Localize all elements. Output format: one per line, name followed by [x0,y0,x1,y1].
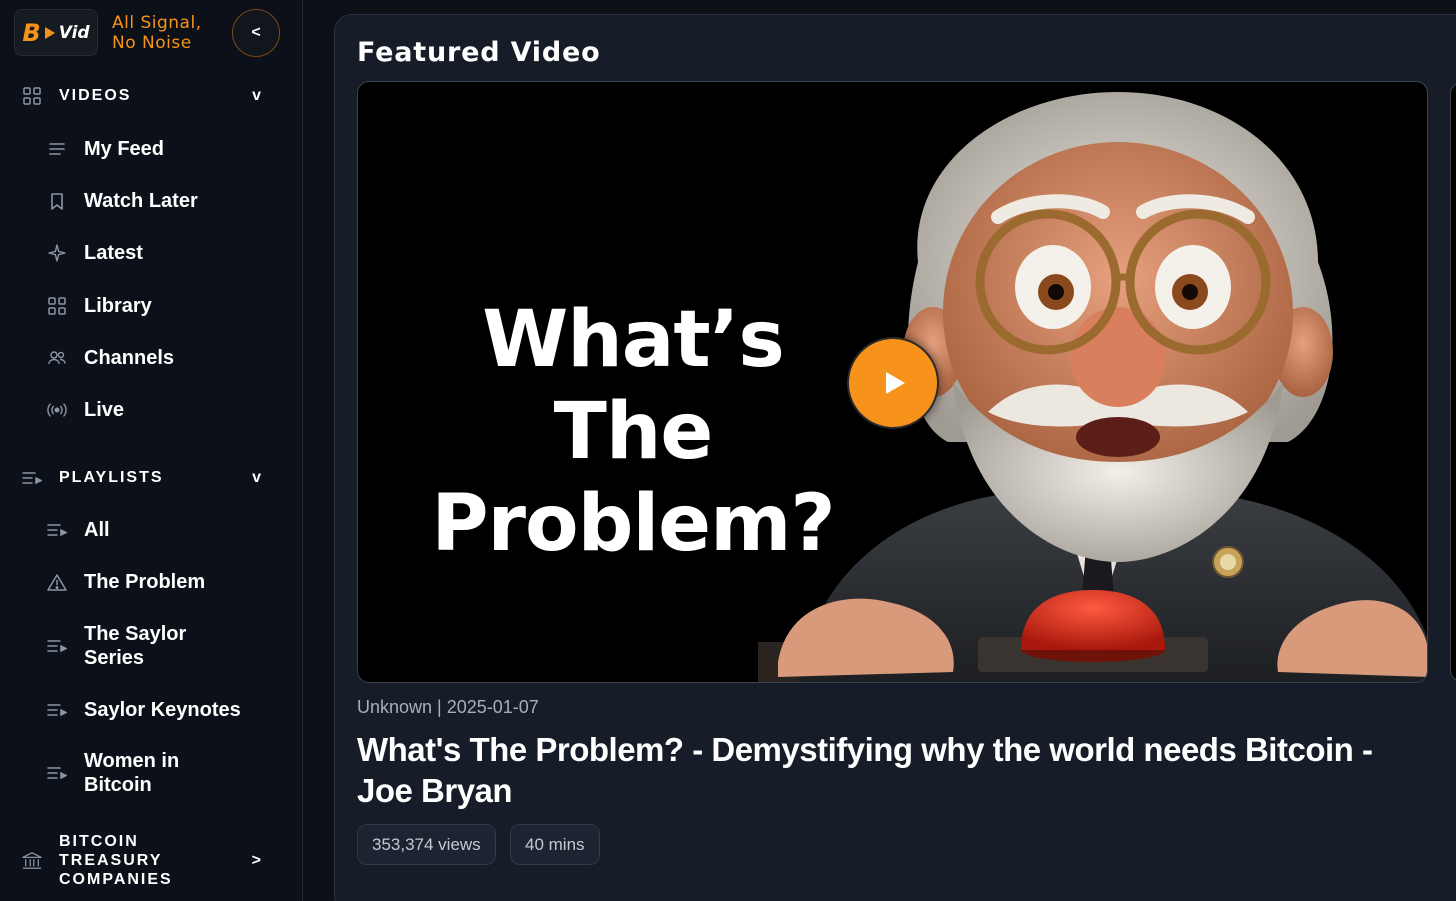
sidebar-item-label: Saylor Keynotes [84,699,241,721]
sidebar-item-label: Women in Bitcoin [84,749,179,797]
logo-wordmark: Vid [58,22,90,43]
tagline: All Signal, No Noise [112,13,222,53]
play-icon [886,372,905,394]
bookmark-icon [46,190,68,212]
brand: B Vid All Signal, No Noise [14,9,222,56]
page-title: Featured Video [357,37,601,68]
sparkle-icon [46,242,68,264]
grid-icon [22,86,42,106]
warning-icon [46,571,68,593]
sidebar-item-label: Latest [84,242,143,264]
playlist-icon [46,519,68,541]
sidebar-item-women-in-bitcoin[interactable]: Women in Bitcoin [46,749,276,797]
section-playlists-header[interactable]: PLAYLISTS v [22,468,267,488]
chevron-right-icon: > [251,851,261,869]
section-treasury-line-1: BITCOIN [59,833,139,850]
sidebar-item-label: Live [84,399,125,421]
sidebar-item-label: Channels [84,347,175,369]
chevron-down-icon: v [252,469,261,486]
chevron-down-icon: v [252,87,261,104]
section-videos-title: VIDEOS [59,87,132,104]
playlist-icon [46,762,68,784]
next-video-card-edge[interactable] [1450,82,1456,682]
sidebar-item-label-line-1: Women in [84,750,180,772]
sidebar-item-label: The Problem [84,571,206,593]
sidebar-item-the-saylor-series[interactable]: The Saylor Series [46,622,276,670]
video-meta: Unknown | 2025-01-07 [357,697,539,717]
users-icon [46,347,68,369]
playlist-icon [46,699,68,721]
sidebar-item-label-line-2: Series [84,647,145,669]
collapse-sidebar-button[interactable]: < [232,9,280,57]
sidebar-item-watch-later[interactable]: Watch Later [46,189,276,213]
sidebar-item-live[interactable]: Live [46,398,276,422]
sidebar-item-label: Library [84,295,152,317]
sidebar-item-latest[interactable]: Latest [46,241,276,265]
sidebar-item-label-line-2: Bitcoin [84,774,152,796]
app-root: B Vid All Signal, No Noise < VIDEOS v My… [0,0,1456,901]
section-treasury-line-3: COMPANIES [59,871,173,888]
tagline-line-2: No Noise [112,32,192,53]
section-playlists-title: PLAYLISTS [59,469,164,486]
sidebar-item-label: All [84,519,110,541]
sidebar-item-label: My Feed [84,138,165,160]
thumbnail-headline-line-2: Problem? [431,479,835,569]
sidebar-item-my-feed[interactable]: My Feed [46,137,276,161]
sidebar-item-label-line-1: The Saylor [84,623,187,645]
play-button[interactable] [847,337,939,429]
playlist-icon [46,635,68,657]
section-treasury-header[interactable]: BITCOIN TREASURY COMPANIES > [22,832,267,889]
feed-icon [46,138,68,160]
views-badge: 353,374 views [357,824,496,865]
video-thumbnail[interactable]: What’s The Problem? [357,81,1428,683]
broadcast-icon [46,399,68,421]
tagline-line-1: All Signal, [112,12,202,33]
sidebar-item-channels[interactable]: Channels [46,346,276,370]
section-videos-header[interactable]: VIDEOS v [22,86,267,106]
thumbnail-headline-line-1: What’s The [482,295,785,477]
featured-video-card: Featured Video What’s The Problem? Unkno… [334,14,1456,901]
sidebar-item-label: The Saylor Series [84,622,186,670]
sidebar: B Vid All Signal, No Noise < VIDEOS v My… [0,0,303,901]
chevron-left-icon: < [251,24,261,41]
thumbnail-headline: What’s The Problem? [398,294,868,570]
section-treasury-title: BITCOIN TREASURY COMPANIES [59,832,173,889]
grid-icon [46,295,68,317]
sidebar-item-the-problem[interactable]: The Problem [46,570,276,594]
bank-icon [22,851,42,871]
playlist-icon [22,468,42,488]
sidebar-item-all[interactable]: All [46,518,276,542]
logo-bitcoin-mark: B [22,18,41,47]
play-triangle-icon [44,26,55,39]
sidebar-item-saylor-keynotes[interactable]: Saylor Keynotes [46,698,276,722]
duration-badge: 40 mins [510,824,600,865]
video-title[interactable]: What's The Problem? - Demystifying why t… [357,729,1417,811]
sidebar-item-library[interactable]: Library [46,294,276,318]
logo[interactable]: B Vid [14,9,98,56]
section-treasury-line-2: TREASURY [59,852,163,869]
sidebar-item-label: Watch Later [84,190,198,212]
